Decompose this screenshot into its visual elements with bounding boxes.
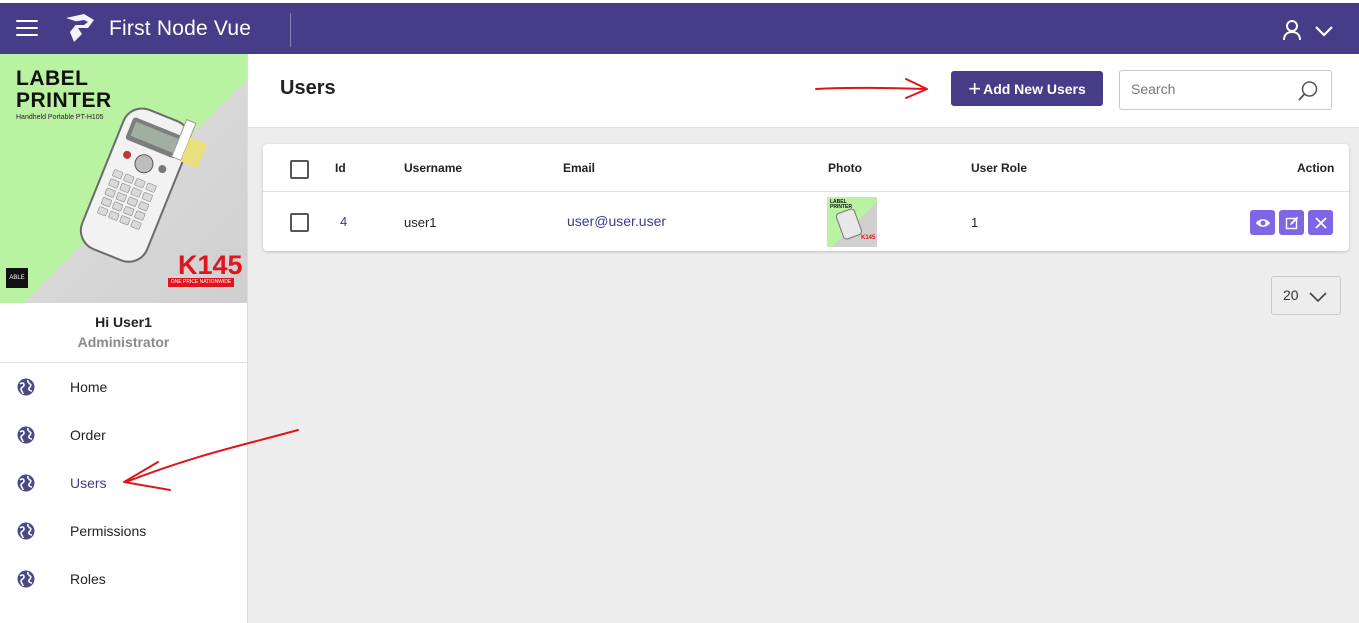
page-size-select[interactable]: 20 <box>1271 276 1341 315</box>
sidebar: LABEL PRINTER Handheld Portable PT-H105 <box>0 54 248 623</box>
sidebar-item-roles[interactable]: Roles <box>0 555 247 603</box>
sidebar-item-users[interactable]: Users <box>0 459 247 507</box>
column-header-username[interactable]: Username <box>404 161 462 175</box>
search-input[interactable] <box>1131 81 1291 97</box>
sidebar-item-label: Order <box>70 427 106 443</box>
plus-icon: + <box>968 75 982 101</box>
globe-icon <box>17 474 35 492</box>
column-header-action: Action <box>1297 161 1335 175</box>
globe-icon <box>17 570 35 588</box>
eye-icon <box>1255 218 1270 227</box>
search-icon[interactable] <box>1297 80 1319 102</box>
top-app-bar: First Node Vue <box>0 0 1359 54</box>
app-title: First Node Vue <box>109 17 252 40</box>
globe-icon <box>17 522 35 540</box>
column-header-email[interactable]: Email <box>563 161 595 175</box>
user-account-icon[interactable] <box>1282 19 1302 41</box>
cell-email[interactable]: user@user.user <box>567 213 666 229</box>
cell-id[interactable]: 4 <box>340 214 347 229</box>
user-profile: Hi User1 Administrator <box>0 303 247 363</box>
sidebar-item-label: Permissions <box>70 523 147 539</box>
view-button[interactable] <box>1250 210 1275 235</box>
banner-price-tag: ONE PRICE NATIONWIDE <box>168 278 234 287</box>
select-all-checkbox[interactable] <box>290 160 309 179</box>
search-box <box>1119 70 1332 110</box>
edit-button[interactable] <box>1279 210 1304 235</box>
sidebar-item-home[interactable]: Home <box>0 363 247 411</box>
page-size-value: 20 <box>1283 287 1299 303</box>
close-icon <box>1314 216 1327 229</box>
banner-title-line1: LABEL <box>16 67 89 90</box>
menu-icon[interactable] <box>16 20 38 38</box>
page-header: Users + Add New Users <box>248 54 1359 128</box>
sidebar-item-label: Roles <box>70 571 106 587</box>
delete-button[interactable] <box>1308 210 1333 235</box>
column-header-user-role[interactable]: User Role <box>971 161 1027 175</box>
add-new-users-label: Add New Users <box>983 80 1086 97</box>
row-checkbox[interactable] <box>290 213 309 232</box>
promo-banner: LABEL PRINTER Handheld Portable PT-H105 <box>0 54 247 303</box>
cell-user-role: 1 <box>971 215 979 230</box>
thumbnail-device <box>834 207 864 241</box>
table-header: Id Username Email Photo User Role Action <box>263 144 1349 192</box>
users-table: Id Username Email Photo User Role Action… <box>263 144 1349 251</box>
app-logo-icon <box>66 14 94 42</box>
page-title: Users <box>280 77 336 99</box>
globe-icon <box>17 426 35 444</box>
topbar-divider <box>290 13 291 47</box>
sidebar-item-label: Home <box>70 379 108 395</box>
thumbnail-price: K145 <box>861 235 876 241</box>
sidebar-item-permissions[interactable]: Permissions <box>0 507 247 555</box>
profile-greeting: Hi User1 <box>95 314 152 330</box>
globe-icon <box>17 378 35 396</box>
chevron-down-icon[interactable] <box>1314 25 1334 37</box>
column-header-id[interactable]: Id <box>335 161 346 175</box>
column-header-photo: Photo <box>828 161 862 175</box>
banner-brand: ABLE <box>6 268 28 288</box>
cell-username: user1 <box>404 215 437 230</box>
chevron-down-icon <box>1309 292 1327 303</box>
sidebar-item-label: Users <box>70 475 107 491</box>
add-new-users-button[interactable]: + Add New Users <box>951 71 1103 106</box>
user-photo-thumbnail[interactable]: LABEL PRINTER K145 <box>827 197 877 247</box>
edit-icon <box>1285 216 1298 229</box>
sidebar-item-order[interactable]: Order <box>0 411 247 459</box>
label-printer-image <box>79 107 207 263</box>
banner-price: K145 <box>178 250 243 280</box>
profile-role: Administrator <box>77 334 170 350</box>
